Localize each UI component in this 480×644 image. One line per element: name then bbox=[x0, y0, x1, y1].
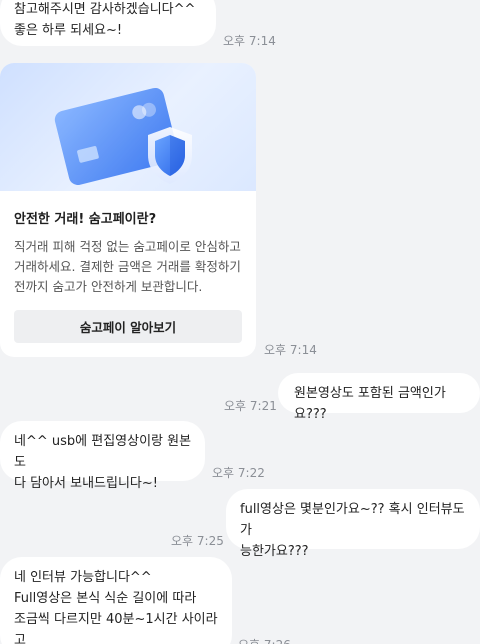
promo-banner-image bbox=[0, 63, 256, 191]
message-timestamp: 오후 7:25 bbox=[171, 534, 224, 548]
message-timestamp: 오후 7:26 bbox=[238, 636, 291, 644]
message-bubble-received: 참고해주시면 감사하겠습니다^^ 좋은 하루 되세요~! bbox=[0, 0, 216, 46]
message-bubble-received: 네 인터뷰 가능합니다^^ Full영상은 본식 식순 길이에 따라 조금씩 다… bbox=[0, 557, 232, 644]
promo-card-title: 안전한 거래! 숨고페이란? bbox=[14, 212, 157, 227]
sumgo-pay-promo-card: 안전한 거래! 숨고페이란? 직거래 피해 걱정 없는 숨고페이로 안심하고 거… bbox=[0, 63, 256, 357]
message-timestamp: 오후 7:22 bbox=[212, 466, 265, 480]
message-timestamp: 오후 7:14 bbox=[223, 34, 276, 48]
message-bubble-sent: 원본영상도 포함된 금액인가요??? bbox=[278, 373, 480, 422]
learn-sumgo-pay-button[interactable]: 숨고페이 알아보기 bbox=[14, 310, 242, 343]
promo-card-description: 직거래 피해 걱정 없는 숨고페이로 안심하고 거래하세요. 결제한 금액은 거… bbox=[14, 239, 241, 294]
message-bubble-received: 네^^ usb에 편집영상이랑 원본도 다 담아서 보내드립니다~! bbox=[0, 421, 205, 491]
message-timestamp: 오후 7:21 bbox=[224, 399, 277, 413]
message-bubble-sent: full영상은 몇분인가요~?? 혹시 인터뷰도 가 능한가요??? bbox=[226, 489, 480, 559]
credit-card-shield-icon bbox=[54, 87, 192, 185]
message-timestamp: 오후 7:14 bbox=[264, 343, 317, 357]
